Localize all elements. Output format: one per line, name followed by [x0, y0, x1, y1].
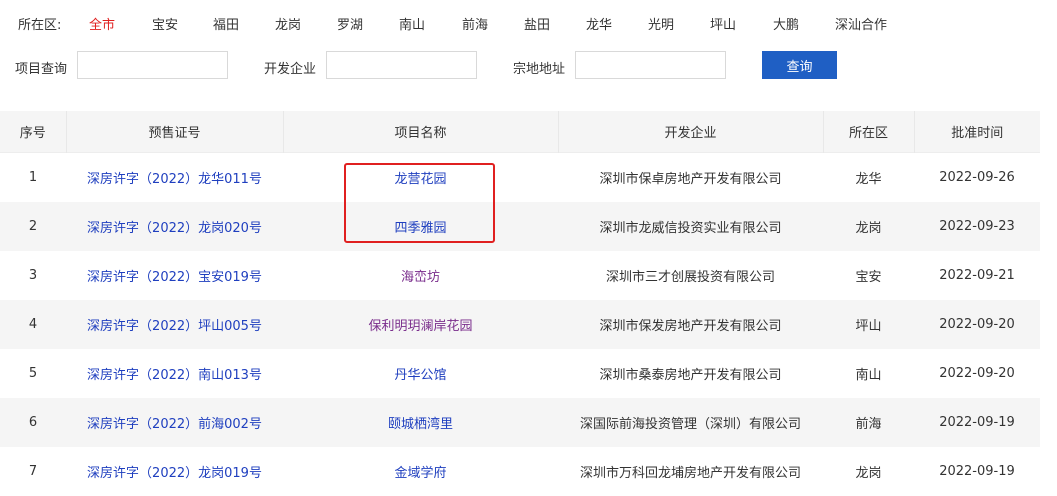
table-header-row: 序号 预售证号 项目名称 开发企业 所在区 批准时间	[0, 111, 1040, 153]
district-item-nanshan[interactable]: 南山	[399, 14, 425, 33]
header-index: 序号	[0, 111, 67, 153]
district-item-all[interactable]: 全市	[89, 14, 115, 33]
cell-district: 坪山	[823, 300, 914, 349]
cell-index: 5	[28, 366, 38, 381]
district-item-yantian[interactable]: 盐田	[524, 14, 550, 33]
table-row: 5 深房许字（2022）南山013号 丹华公馆 深圳市桑泰房地产开发有限公司 南…	[0, 349, 1040, 398]
cell-index: 3	[28, 268, 38, 283]
permit-link[interactable]: 深房许字（2022）龙岗020号	[87, 221, 262, 236]
cell-developer: 深国际前海投资管理（深圳）有限公司	[558, 398, 823, 447]
project-link[interactable]: 丹华公馆	[394, 368, 446, 383]
developer-label: 开发企业	[264, 62, 317, 77]
search-form: 项目查询 开发企业 宗地地址 查询	[0, 51, 1057, 81]
project-link[interactable]: 保利明玥澜岸花园	[368, 319, 472, 334]
district-item-longhua[interactable]: 龙华	[586, 14, 612, 33]
permit-link[interactable]: 深房许字（2022）前海002号	[87, 417, 262, 432]
cell-date: 2022-09-19	[914, 398, 1040, 447]
project-link[interactable]: 金域学府	[394, 466, 446, 481]
cell-date: 2022-09-23	[914, 202, 1040, 251]
header-permit: 预售证号	[66, 111, 284, 153]
permit-link[interactable]: 深房许字（2022）龙华011号	[87, 172, 262, 187]
district-item-pingshan[interactable]: 坪山	[710, 14, 736, 33]
cell-index: 4	[0, 300, 66, 349]
table-row: 2 深房许字（2022）龙岗020号 四季雅园 深圳市龙威信投资实业有限公司 龙…	[0, 202, 1040, 251]
project-link[interactable]: 颐城栖湾里	[388, 417, 453, 432]
table-row: 6 深房许字（2022）前海002号 颐城栖湾里 深国际前海投资管理（深圳）有限…	[0, 398, 1040, 447]
cell-index: 2	[0, 202, 66, 251]
cell-developer: 深圳市保发房地产开发有限公司	[558, 300, 823, 349]
cell-developer: 深圳市保卓房地产开发有限公司	[558, 152, 823, 202]
cell-district: 龙华	[823, 152, 914, 202]
district-item-dapeng[interactable]: 大鹏	[773, 14, 799, 33]
permit-link[interactable]: 深房许字（2022）坪山005号	[87, 319, 262, 334]
address-input[interactable]	[575, 51, 726, 79]
cell-district: 龙岗	[823, 202, 914, 251]
project-link[interactable]: 四季雅园	[394, 221, 446, 236]
permit-link[interactable]: 深房许字（2022）宝安019号	[87, 270, 262, 285]
cell-district: 宝安	[855, 270, 882, 285]
district-item-baoan[interactable]: 宝安	[152, 14, 178, 33]
header-district: 所在区	[823, 111, 915, 153]
permit-link[interactable]: 深房许字（2022）龙岗019号	[87, 466, 262, 481]
query-button[interactable]: 查询	[762, 51, 837, 79]
district-item-longgang[interactable]: 龙岗	[275, 14, 301, 33]
district-item-futian[interactable]: 福田	[213, 14, 239, 33]
cell-developer: 深圳市三才创展投资有限公司	[605, 270, 775, 285]
cell-date: 2022-09-20	[939, 366, 1015, 381]
project-link[interactable]: 龙营花园	[394, 172, 446, 187]
cell-district: 南山	[855, 368, 882, 383]
district-item-luohu[interactable]: 罗湖	[337, 14, 363, 33]
district-item-qianhai[interactable]: 前海	[462, 14, 488, 33]
cell-date: 2022-09-20	[914, 300, 1040, 349]
district-item-shenshan[interactable]: 深汕合作	[835, 14, 887, 33]
cell-developer: 深圳市桑泰房地产开发有限公司	[599, 368, 782, 383]
header-developer: 开发企业	[558, 111, 824, 153]
table-row: 3 深房许字（2022）宝安019号 海峦坊 深圳市三才创展投资有限公司 宝安 …	[0, 251, 1040, 300]
cell-developer: 深圳市龙威信投资实业有限公司	[558, 202, 823, 251]
cell-district: 前海	[823, 398, 914, 447]
project-link[interactable]: 海峦坊	[401, 270, 440, 285]
developer-input[interactable]	[326, 51, 477, 79]
table-row: 4 深房许字（2022）坪山005号 保利明玥澜岸花园 深圳市保发房地产开发有限…	[0, 300, 1040, 349]
results-table: 序号 预售证号 项目名称 开发企业 所在区 批准时间 1 深房许字（2022）龙…	[0, 111, 1040, 496]
project-query-label: 项目查询	[15, 62, 68, 77]
header-date: 批准时间	[914, 111, 1040, 153]
header-project: 项目名称	[283, 111, 559, 153]
cell-date: 2022-09-26	[914, 152, 1040, 202]
district-item-guangming[interactable]: 光明	[648, 14, 674, 33]
cell-date: 2022-09-21	[939, 268, 1015, 283]
cell-index: 1	[0, 152, 66, 202]
address-label: 宗地地址	[513, 62, 566, 77]
cell-index: 6	[0, 398, 66, 447]
table-row: 1 深房许字（2022）龙华011号 龙营花园 深圳市保卓房地产开发有限公司 龙…	[0, 152, 1040, 202]
permit-link[interactable]: 深房许字（2022）南山013号	[87, 368, 262, 383]
district-filter-label: 所在区:	[18, 18, 62, 33]
project-query-input[interactable]	[77, 51, 228, 79]
